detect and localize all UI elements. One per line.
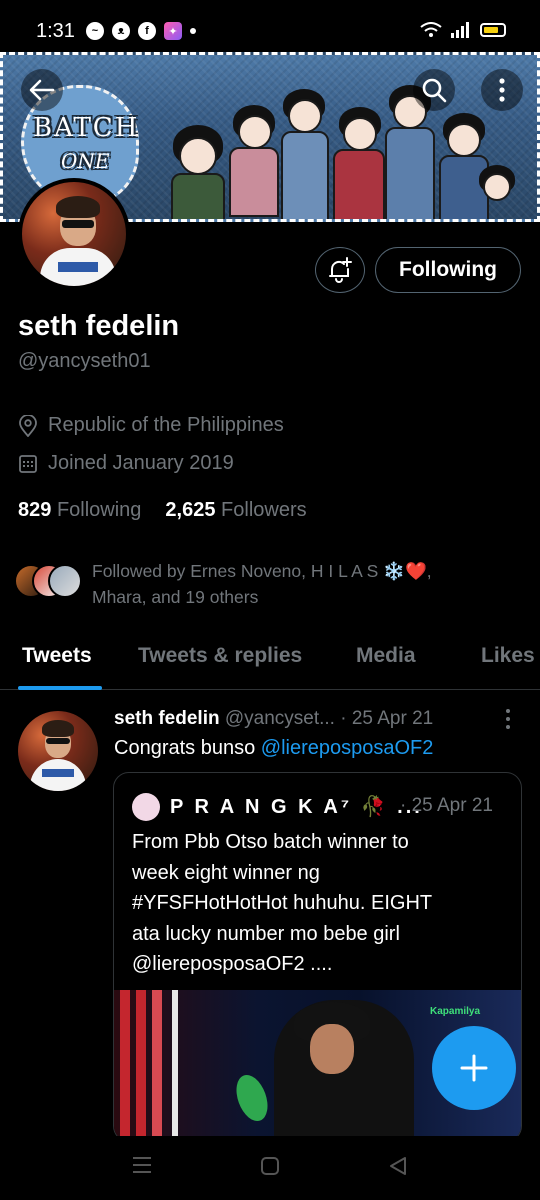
quote-author-name: P R A N G K A⁷ 🥀 ... (170, 796, 423, 818)
tab-likes[interactable]: Likes (481, 644, 535, 668)
app-notification-icon: ✦ (164, 22, 182, 40)
following-count: 829 (18, 499, 52, 521)
following-button[interactable]: Following (375, 247, 521, 293)
android-navbar (0, 1136, 540, 1200)
system-icons (420, 22, 506, 38)
notification-icons: ~ ᴥ f ✦ (86, 22, 196, 40)
compose-tweet-button[interactable] (432, 1026, 516, 1110)
tweet-author-name[interactable]: seth fedelin (114, 708, 220, 729)
tweet-author-handle: @yancyset... (224, 708, 335, 729)
banner-subtitle: ONE (61, 149, 110, 173)
banner-illustration (143, 75, 523, 219)
more-notifications-dot (190, 28, 196, 34)
following-stat-label: Following (56, 499, 142, 521)
search-icon (422, 78, 447, 103)
follower-avatars (14, 564, 86, 598)
profile-handle: @yancyseth01 (18, 350, 151, 372)
wifi-icon (420, 22, 442, 37)
joined-row: Joined January 2019 (18, 452, 234, 475)
joined-text: Joined January 2019 (48, 452, 234, 474)
cat-app-icon: ᴥ (112, 22, 130, 40)
quote-text: From Pbb Otso batch winner to week eight… (132, 831, 433, 975)
location-row: Republic of the Philippines (18, 414, 284, 437)
back-nav-icon[interactable] (388, 1156, 408, 1176)
quote-date: · 25 Apr 21 (400, 795, 493, 816)
avatar (48, 564, 82, 598)
signal-icon (451, 22, 469, 38)
media-badge: Kapamilya (430, 1006, 481, 1017)
followers-stat[interactable]: 2,625 Followers (165, 499, 306, 522)
quote-avatar (132, 793, 160, 821)
more-options-button[interactable] (481, 69, 523, 111)
messenger-icon: ~ (86, 22, 104, 40)
facebook-icon: f (138, 22, 156, 40)
followers-count: 2,625 (165, 499, 216, 521)
followed-by-text: Followed by Ernes Noveno, H I L A S ❄️❤️… (92, 561, 432, 607)
notifications-button[interactable] (315, 247, 365, 293)
more-vertical-icon (499, 78, 505, 102)
profile-avatar[interactable] (18, 178, 130, 290)
back-button[interactable] (21, 69, 63, 111)
following-stat[interactable]: 829 Following (18, 499, 141, 522)
active-tab-indicator (18, 686, 102, 690)
status-bar: 1:31 ~ ᴥ f ✦ (0, 0, 540, 50)
display-name: seth fedelin (18, 310, 180, 342)
plus-icon (460, 1054, 488, 1082)
battery-icon (480, 23, 506, 37)
tweet-mention[interactable]: @liereposposaOF2 (261, 737, 434, 759)
search-button[interactable] (413, 69, 455, 111)
location-text: Republic of the Philippines (48, 414, 284, 436)
bell-plus-icon (329, 257, 352, 283)
status-time: 1:31 (36, 20, 75, 42)
tab-media[interactable]: Media (356, 644, 416, 668)
tweet-avatar[interactable] (18, 711, 98, 791)
followers-stat-label: Followers (221, 499, 307, 521)
tweet-more-icon[interactable] (504, 708, 512, 730)
arrow-left-icon (29, 79, 55, 101)
tweet-header: seth fedelin @yancyset... · 25 Apr 21 (114, 708, 433, 730)
home-icon[interactable] (260, 1156, 280, 1176)
follow-stats: 829 Following 2,625 Followers (18, 499, 307, 522)
recent-apps-icon[interactable] (132, 1156, 152, 1174)
location-pin-icon (19, 414, 37, 437)
tweet-date: · 25 Apr 21 (340, 708, 434, 729)
profile-tabs: Tweets Tweets & replies Media Likes (0, 636, 540, 690)
tab-tweets[interactable]: Tweets (22, 644, 92, 668)
tab-tweets-replies[interactable]: Tweets & replies (138, 644, 302, 668)
calendar-icon (19, 454, 37, 473)
banner-title: BATCH (33, 113, 140, 143)
tweet-text: Congrats bunso @liereposposaOF2 (114, 737, 434, 759)
